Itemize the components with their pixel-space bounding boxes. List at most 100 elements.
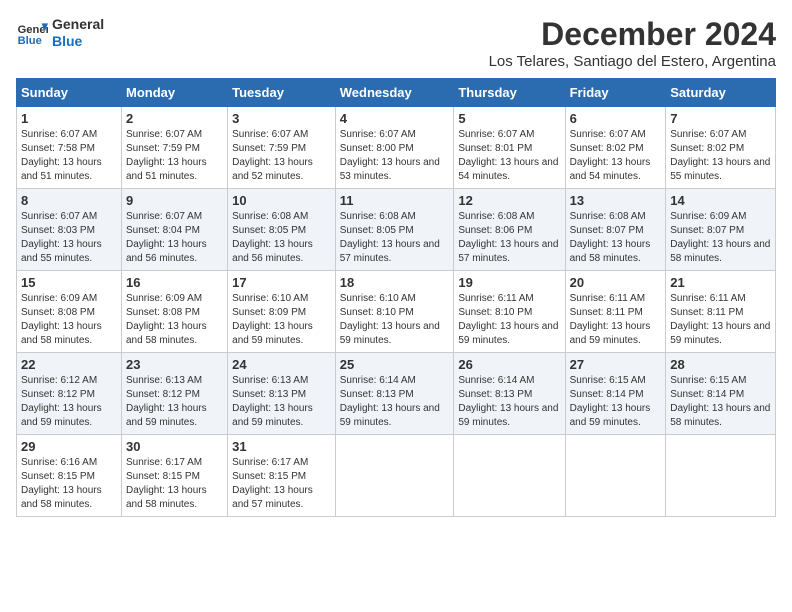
calendar-cell-26: 26 Sunrise: 6:14 AM Sunset: 8:13 PM Dayl… [454, 353, 565, 435]
day-number: 5 [458, 111, 560, 126]
calendar-cell-17: 17 Sunrise: 6:10 AM Sunset: 8:09 PM Dayl… [228, 271, 336, 353]
calendar-cell-14: 14 Sunrise: 6:09 AM Sunset: 8:07 PM Dayl… [666, 189, 776, 271]
header-row: Sunday Monday Tuesday Wednesday Thursday… [17, 79, 776, 107]
calendar-row-3: 22 Sunrise: 6:12 AM Sunset: 8:12 PM Dayl… [17, 353, 776, 435]
calendar-cell-18: 18 Sunrise: 6:10 AM Sunset: 8:10 PM Dayl… [335, 271, 454, 353]
day-info: Sunrise: 6:08 AM Sunset: 8:06 PM Dayligh… [458, 210, 560, 266]
day-info: Sunrise: 6:12 AM Sunset: 8:12 PM Dayligh… [21, 374, 117, 430]
day-info: Sunrise: 6:09 AM Sunset: 8:08 PM Dayligh… [126, 292, 223, 348]
day-number: 12 [458, 193, 560, 208]
day-number: 16 [126, 275, 223, 290]
calendar-cell-9: 9 Sunrise: 6:07 AM Sunset: 8:04 PM Dayli… [121, 189, 227, 271]
day-info: Sunrise: 6:07 AM Sunset: 7:59 PM Dayligh… [232, 128, 331, 184]
day-number: 10 [232, 193, 331, 208]
calendar-cell-29: 29 Sunrise: 6:16 AM Sunset: 8:15 PM Dayl… [17, 435, 122, 517]
title-block: December 2024 Los Telares, Santiago del … [489, 16, 776, 70]
day-info: Sunrise: 6:13 AM Sunset: 8:13 PM Dayligh… [232, 374, 331, 430]
calendar-cell-3: 3 Sunrise: 6:07 AM Sunset: 7:59 PM Dayli… [228, 107, 336, 189]
calendar-cell-5: 5 Sunrise: 6:07 AM Sunset: 8:01 PM Dayli… [454, 107, 565, 189]
day-info: Sunrise: 6:08 AM Sunset: 8:07 PM Dayligh… [570, 210, 662, 266]
day-number: 31 [232, 439, 331, 454]
day-info: Sunrise: 6:11 AM Sunset: 8:11 PM Dayligh… [670, 292, 771, 348]
day-info: Sunrise: 6:07 AM Sunset: 8:02 PM Dayligh… [570, 128, 662, 184]
day-number: 18 [340, 275, 450, 290]
day-number: 13 [570, 193, 662, 208]
day-info: Sunrise: 6:07 AM Sunset: 8:01 PM Dayligh… [458, 128, 560, 184]
calendar-cell-21: 21 Sunrise: 6:11 AM Sunset: 8:11 PM Dayl… [666, 271, 776, 353]
calendar-cell-16: 16 Sunrise: 6:09 AM Sunset: 8:08 PM Dayl… [121, 271, 227, 353]
calendar-cell-11: 11 Sunrise: 6:08 AM Sunset: 8:05 PM Dayl… [335, 189, 454, 271]
calendar-cell-25: 25 Sunrise: 6:14 AM Sunset: 8:13 PM Dayl… [335, 353, 454, 435]
day-number: 1 [21, 111, 117, 126]
logo: General Blue General Blue [16, 16, 104, 50]
day-number: 15 [21, 275, 117, 290]
day-number: 11 [340, 193, 450, 208]
day-number: 14 [670, 193, 771, 208]
calendar-cell-23: 23 Sunrise: 6:13 AM Sunset: 8:12 PM Dayl… [121, 353, 227, 435]
day-info: Sunrise: 6:17 AM Sunset: 8:15 PM Dayligh… [126, 456, 223, 512]
day-info: Sunrise: 6:17 AM Sunset: 8:15 PM Dayligh… [232, 456, 331, 512]
calendar-cell-12: 12 Sunrise: 6:08 AM Sunset: 8:06 PM Dayl… [454, 189, 565, 271]
calendar-cell-22: 22 Sunrise: 6:12 AM Sunset: 8:12 PM Dayl… [17, 353, 122, 435]
day-number: 6 [570, 111, 662, 126]
calendar-row-2: 15 Sunrise: 6:09 AM Sunset: 8:08 PM Dayl… [17, 271, 776, 353]
calendar-cell-6: 6 Sunrise: 6:07 AM Sunset: 8:02 PM Dayli… [565, 107, 666, 189]
day-number: 30 [126, 439, 223, 454]
calendar-cell-13: 13 Sunrise: 6:08 AM Sunset: 8:07 PM Dayl… [565, 189, 666, 271]
day-number: 9 [126, 193, 223, 208]
day-number: 24 [232, 357, 331, 372]
day-info: Sunrise: 6:10 AM Sunset: 8:09 PM Dayligh… [232, 292, 331, 348]
empty-cell [565, 435, 666, 517]
day-info: Sunrise: 6:07 AM Sunset: 8:04 PM Dayligh… [126, 210, 223, 266]
day-info: Sunrise: 6:07 AM Sunset: 7:59 PM Dayligh… [126, 128, 223, 184]
day-number: 26 [458, 357, 560, 372]
day-info: Sunrise: 6:11 AM Sunset: 8:11 PM Dayligh… [570, 292, 662, 348]
col-sunday: Sunday [17, 79, 122, 107]
day-number: 3 [232, 111, 331, 126]
calendar-cell-1: 1 Sunrise: 6:07 AM Sunset: 7:58 PM Dayli… [17, 107, 122, 189]
day-info: Sunrise: 6:08 AM Sunset: 8:05 PM Dayligh… [232, 210, 331, 266]
calendar-row-0: 1 Sunrise: 6:07 AM Sunset: 7:58 PM Dayli… [17, 107, 776, 189]
day-info: Sunrise: 6:14 AM Sunset: 8:13 PM Dayligh… [340, 374, 450, 430]
day-info: Sunrise: 6:15 AM Sunset: 8:14 PM Dayligh… [570, 374, 662, 430]
calendar-cell-19: 19 Sunrise: 6:11 AM Sunset: 8:10 PM Dayl… [454, 271, 565, 353]
day-info: Sunrise: 6:13 AM Sunset: 8:12 PM Dayligh… [126, 374, 223, 430]
col-saturday: Saturday [666, 79, 776, 107]
calendar-cell-4: 4 Sunrise: 6:07 AM Sunset: 8:00 PM Dayli… [335, 107, 454, 189]
calendar-cell-20: 20 Sunrise: 6:11 AM Sunset: 8:11 PM Dayl… [565, 271, 666, 353]
calendar-header: Sunday Monday Tuesday Wednesday Thursday… [17, 79, 776, 107]
day-info: Sunrise: 6:15 AM Sunset: 8:14 PM Dayligh… [670, 374, 771, 430]
calendar-cell-24: 24 Sunrise: 6:13 AM Sunset: 8:13 PM Dayl… [228, 353, 336, 435]
calendar-cell-27: 27 Sunrise: 6:15 AM Sunset: 8:14 PM Dayl… [565, 353, 666, 435]
col-tuesday: Tuesday [228, 79, 336, 107]
day-info: Sunrise: 6:07 AM Sunset: 8:00 PM Dayligh… [340, 128, 450, 184]
svg-text:Blue: Blue [18, 35, 42, 47]
calendar-cell-10: 10 Sunrise: 6:08 AM Sunset: 8:05 PM Dayl… [228, 189, 336, 271]
empty-cell [335, 435, 454, 517]
day-number: 20 [570, 275, 662, 290]
calendar-cell-28: 28 Sunrise: 6:15 AM Sunset: 8:14 PM Dayl… [666, 353, 776, 435]
calendar-row-4: 29 Sunrise: 6:16 AM Sunset: 8:15 PM Dayl… [17, 435, 776, 517]
day-number: 27 [570, 357, 662, 372]
calendar-cell-7: 7 Sunrise: 6:07 AM Sunset: 8:02 PM Dayli… [666, 107, 776, 189]
calendar-row-1: 8 Sunrise: 6:07 AM Sunset: 8:03 PM Dayli… [17, 189, 776, 271]
logo-general: General [52, 16, 104, 33]
day-info: Sunrise: 6:07 AM Sunset: 8:03 PM Dayligh… [21, 210, 117, 266]
day-number: 29 [21, 439, 117, 454]
calendar-cell-31: 31 Sunrise: 6:17 AM Sunset: 8:15 PM Dayl… [228, 435, 336, 517]
day-info: Sunrise: 6:07 AM Sunset: 7:58 PM Dayligh… [21, 128, 117, 184]
calendar-cell-15: 15 Sunrise: 6:09 AM Sunset: 8:08 PM Dayl… [17, 271, 122, 353]
col-wednesday: Wednesday [335, 79, 454, 107]
col-thursday: Thursday [454, 79, 565, 107]
day-number: 4 [340, 111, 450, 126]
empty-cell [454, 435, 565, 517]
subtitle: Los Telares, Santiago del Estero, Argent… [489, 53, 776, 70]
calendar-body: 1 Sunrise: 6:07 AM Sunset: 7:58 PM Dayli… [17, 107, 776, 517]
header: General Blue General Blue December 2024 … [16, 16, 776, 70]
logo-blue: Blue [52, 33, 104, 50]
day-info: Sunrise: 6:08 AM Sunset: 8:05 PM Dayligh… [340, 210, 450, 266]
col-monday: Monday [121, 79, 227, 107]
day-info: Sunrise: 6:09 AM Sunset: 8:07 PM Dayligh… [670, 210, 771, 266]
calendar-table: Sunday Monday Tuesday Wednesday Thursday… [16, 78, 776, 517]
day-number: 21 [670, 275, 771, 290]
